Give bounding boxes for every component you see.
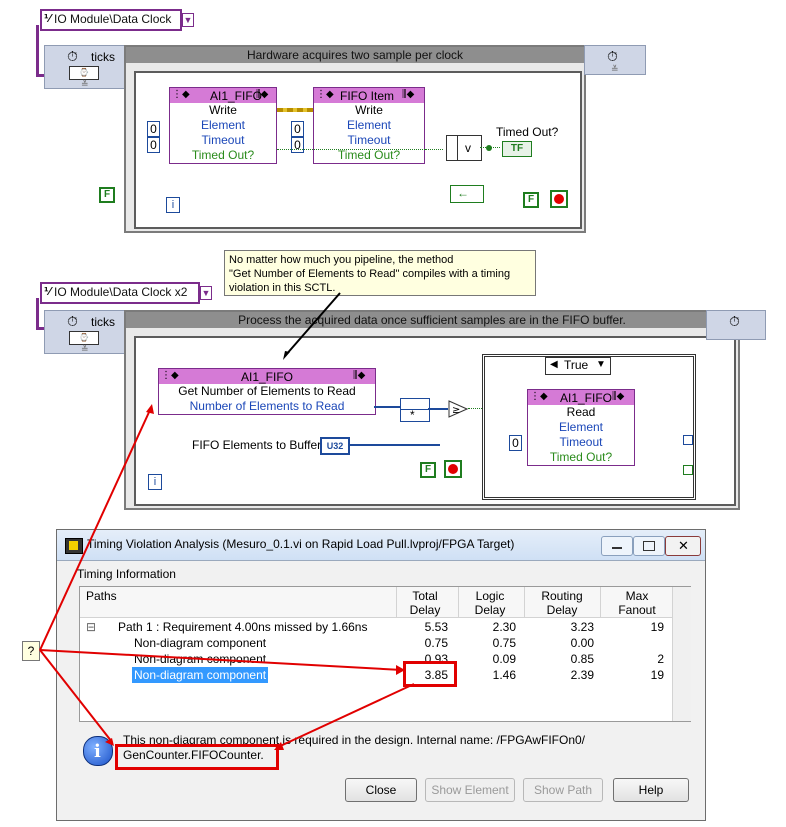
red-arrow-1 [39, 409, 151, 651]
red-arrowhead-4 [274, 742, 284, 750]
callout-arrow-line [284, 292, 341, 357]
red-arrowhead-1 [146, 404, 154, 414]
annotation-arrows [39, 292, 415, 750]
red-arrow-3 [39, 649, 113, 743]
red-arrowhead-2 [396, 665, 405, 675]
red-arrow-4 [275, 683, 415, 749]
callout-arrowhead [283, 351, 290, 360]
red-arrow-2 [39, 649, 403, 671]
